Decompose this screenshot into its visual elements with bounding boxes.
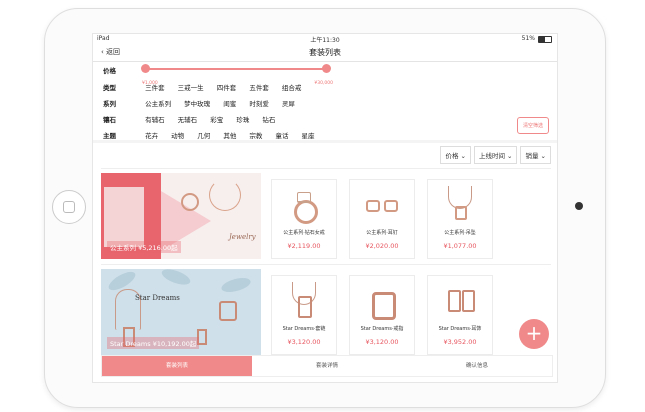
product-price: ¥2,119.00 [287,242,321,250]
sort-price-dropdown[interactable]: 价格 ⌄ [440,146,471,164]
set-row: Star Dreams Star Dreams ¥10,192.00起 Star… [101,264,551,360]
product-image [442,282,478,322]
filter-option[interactable]: 童话 [275,130,288,140]
filter-option[interactable]: 钻石 [262,114,275,124]
set-row: Jewelry 公主系列 ¥5,216.00起 公主系列·钻石女戒 ¥2,119… [101,168,551,264]
banner-caption: Star Dreams ¥10,192.00起 [107,337,200,349]
status-bar: iPad 上午11:30 51% [93,34,557,44]
filter-option[interactable]: 几何 [197,130,210,140]
filter-option[interactable]: 组合戒 [282,82,302,92]
filter-option[interactable]: 灵犀 [282,98,295,108]
product-price: ¥2,020.00 [365,242,399,250]
product-name: 公主系列·钻石女戒 [283,230,325,236]
product-card[interactable]: 公主系列·吊坠 ¥1,077.00 [427,179,493,259]
battery-percent: 51% [521,35,535,42]
clear-filters-button[interactable]: 清空筛选 [516,117,549,134]
leaf-decoration [219,275,253,295]
filter-label: 系列 [103,100,116,108]
product-image [286,186,322,226]
home-icon [63,201,75,213]
product-card[interactable]: 公主系列·钻石女戒 ¥2,119.00 [271,179,337,259]
tab-set-detail[interactable]: 套装详情 [252,356,402,376]
add-button[interactable]: + [519,319,549,349]
clock: 上午11:30 [310,37,340,44]
product-name: Star Dreams·套链 [282,326,326,332]
price-filter: 价格 [103,65,143,75]
sort-sales-dropdown[interactable]: 销量 ⌄ [520,146,551,164]
product-card[interactable]: Star Dreams·戒指 ¥3,120.00 [349,275,415,355]
tab-set-list[interactable]: 套装列表 [102,356,252,376]
divider [93,140,557,143]
product-name: 公主系列·吊坠 [444,230,476,236]
app-screen: iPad 上午11:30 51% ‹ 返回 套装列表 价格 ¥1,000 ¥30… [92,33,558,383]
ring-image [181,193,199,211]
filter-panel: 价格 ¥1,000 ¥30,000 类型 三件套 三戒一生 四件套 五件套 组合… [93,61,557,140]
product-image [442,186,478,226]
product-price: ¥3,120.00 [365,338,399,346]
product-price: ¥3,120.00 [287,338,321,346]
camera [575,202,583,210]
price-min-handle[interactable] [141,64,150,73]
filter-option[interactable]: 三戒一生 [178,82,204,92]
filter-option[interactable]: 闺蜜 [223,98,236,108]
product-name: Star Dreams·耳饰 [438,326,482,332]
filter-label: 镶石 [103,116,116,124]
banner-caption: 公主系列 ¥5,216.00起 [107,241,181,253]
filter-label: 主题 [103,132,116,140]
product-image [364,186,400,226]
filter-row-stone: 镶石 有辅石 无辅石 彩宝 珍珠 钻石 [103,114,286,124]
banner-script: Jewelry [229,233,256,241]
filter-option[interactable]: 公主系列 [145,98,171,108]
product-name: Star Dreams·戒指 [360,326,404,332]
necklace-image [209,179,241,211]
product-image [286,282,322,322]
product-price: ¥1,077.00 [443,242,477,250]
filter-row-type: 类型 三件套 三戒一生 四件套 五件套 组合戒 [103,82,312,92]
filter-option[interactable]: 花卉 [145,130,158,140]
ring-image [219,301,237,321]
filter-label: 类型 [103,84,116,92]
home-button[interactable] [52,190,86,224]
filter-row-theme: 主题 花卉 动物 几何 其他 宗教 童话 星座 [103,130,326,140]
leaf-decoration [159,269,193,288]
banner-card [104,187,144,247]
navigation-bar: ‹ 返回 套装列表 [93,44,557,62]
price-max-value: ¥30,000 [314,81,333,86]
product-name: 公主系列·耳钉 [366,230,398,236]
set-banner[interactable]: Jewelry 公主系列 ¥5,216.00起 [101,173,261,259]
sort-launch-dropdown[interactable]: 上线时间 ⌄ [473,146,518,164]
filter-option[interactable]: 动物 [171,130,184,140]
price-slider[interactable]: ¥1,000 ¥30,000 [141,64,333,86]
page-title: 套装列表 [309,48,341,57]
filter-option[interactable]: 星座 [302,130,315,140]
product-card[interactable]: 公主系列·耳钉 ¥2,020.00 [349,179,415,259]
filter-option[interactable]: 其他 [223,130,236,140]
filter-option[interactable]: 彩宝 [210,114,223,124]
filter-row-series: 系列 公主系列 梦中玫瑰 闺蜜 时刻爱 灵犀 [103,98,306,108]
product-card[interactable]: Star Dreams·耳饰 ¥3,952.00 [427,275,493,355]
price-max-handle[interactable] [322,64,331,73]
battery-icon [538,36,552,43]
filter-option[interactable]: 三件套 [145,82,165,92]
set-banner[interactable]: Star Dreams Star Dreams ¥10,192.00起 [101,269,261,355]
product-price: ¥3,952.00 [443,338,477,346]
product-card[interactable]: Star Dreams·套链 ¥3,120.00 [271,275,337,355]
filter-option[interactable]: 时刻爱 [249,98,269,108]
filter-option[interactable]: 五件套 [249,82,269,92]
filter-option[interactable]: 宗教 [249,130,262,140]
filter-option[interactable]: 四件套 [217,82,237,92]
sort-bar: 价格 ⌄ 上线时间 ⌄ 销量 ⌄ [437,146,551,164]
bottom-tab-bar: 套装列表 套装详情 确认信息 [101,355,553,377]
price-label: 价格 [103,67,116,75]
tab-confirm-info[interactable]: 确认信息 [402,356,552,376]
filter-option[interactable]: 梦中玫瑰 [184,98,210,108]
filter-option[interactable]: 无辅石 [178,114,198,124]
product-image [364,282,400,322]
filter-option[interactable]: 有辅石 [145,114,165,124]
banner-title: Star Dreams [135,294,180,302]
filter-option[interactable]: 珍珠 [236,114,249,124]
